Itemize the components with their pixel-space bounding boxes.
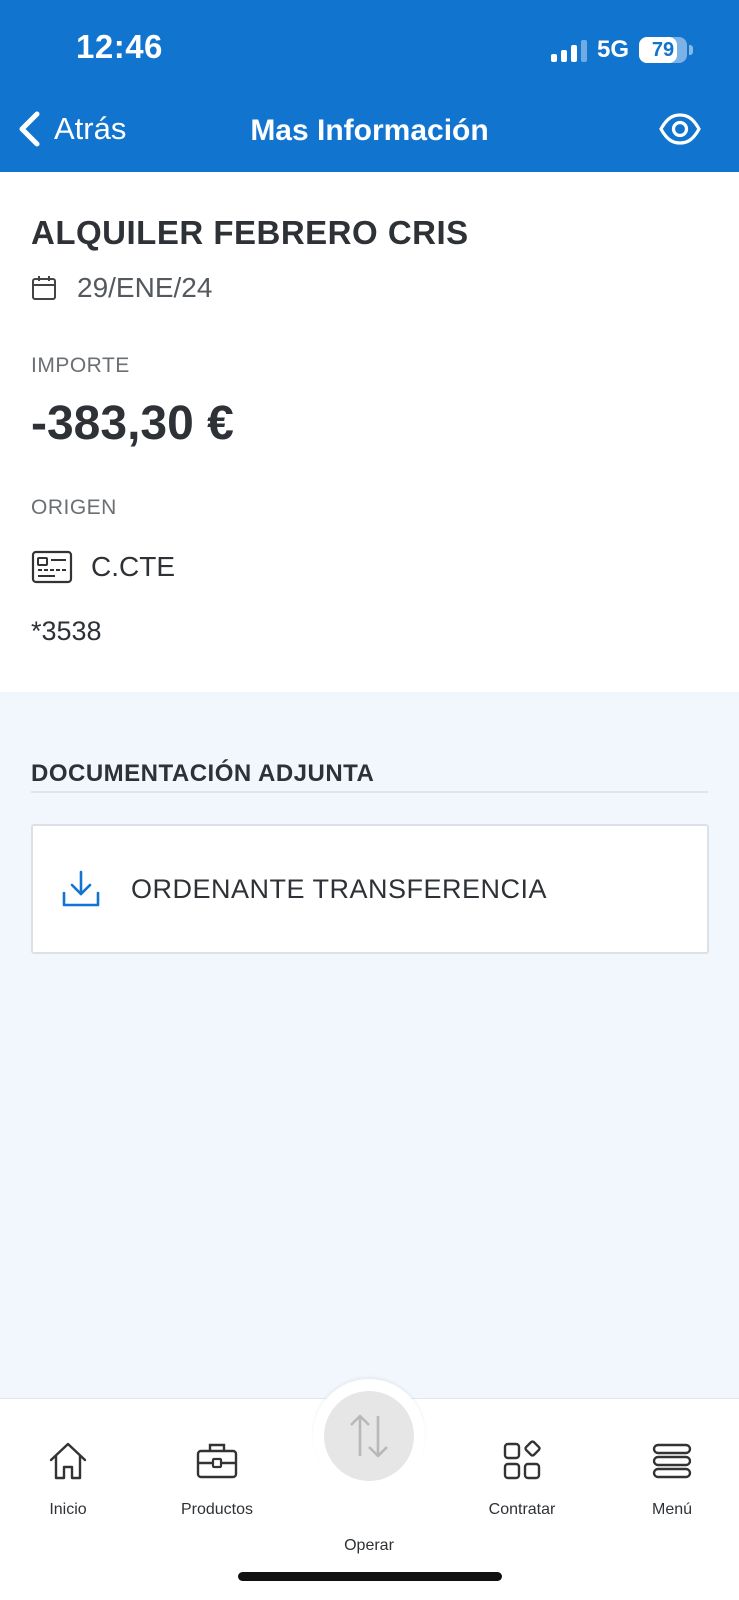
movement-concept: ALQUILER FEBRERO CRIS [31,214,469,251]
transfer-arrows-icon [350,1414,388,1458]
origin-label: ORIGEN [31,496,117,519]
network-type: 5G [596,36,629,63]
tab-menu[interactable]: Menú [612,1439,732,1519]
battery-icon: 79 [639,37,693,63]
movement-date: 29/ENE/24 [77,272,213,303]
account-card-icon [31,550,73,584]
origin-account-name: C.CTE [91,551,175,582]
signal-icon [550,38,587,62]
calendar-icon [32,276,56,300]
documents-divider [31,791,708,793]
app-header: 12:46 5G 79 Atrás Mas Información [0,0,739,172]
status-indicators: 5G 79 [550,36,693,64]
movement-details: ALQUILER FEBRERO CRIS 29/ENE/24 IMPORTE … [0,172,739,692]
tab-label-menu: Menú [651,1501,693,1518]
tab-label-inicio: Inicio [49,1501,87,1518]
bottom-tab-bar: Inicio Productos Operar Contratar Menú [0,1379,739,1600]
tab-productos[interactable]: Productos [157,1439,277,1519]
menu-icon [652,1443,692,1479]
documents-title: DOCUMENTACIÓN ADJUNTA [31,760,375,787]
status-time: 12:46 [76,28,163,65]
download-icon [62,870,100,907]
battery-level: 79 [651,38,675,61]
home-indicator [238,1572,502,1581]
document-download-button[interactable]: ORDENANTE TRANSFERENCIA [31,824,709,954]
origin-row: C.CTE [31,550,175,584]
back-button[interactable]: Atrás [16,110,126,148]
tab-label-productos: Productos [180,1501,254,1518]
amount-label: IMPORTE [31,354,130,377]
home-icon [49,1442,87,1480]
origin-account-number: *3538 [31,616,102,646]
tab-label-operar: Operar [344,1537,394,1554]
movement-amount: -383,30 € [31,397,234,450]
apps-icon [503,1440,541,1480]
tab-label-contratar: Contratar [488,1501,556,1518]
tab-contratar[interactable]: Contratar [462,1439,582,1519]
operar-button[interactable] [324,1391,414,1481]
briefcase-icon [196,1443,238,1479]
eye-icon[interactable] [659,112,701,146]
date-row: 29/ENE/24 [31,272,212,304]
tab-inicio[interactable]: Inicio [8,1439,128,1519]
back-label: Atrás [54,111,127,146]
document-label: ORDENANTE TRANSFERENCIA [131,873,548,904]
chevron-left-icon [19,111,40,147]
